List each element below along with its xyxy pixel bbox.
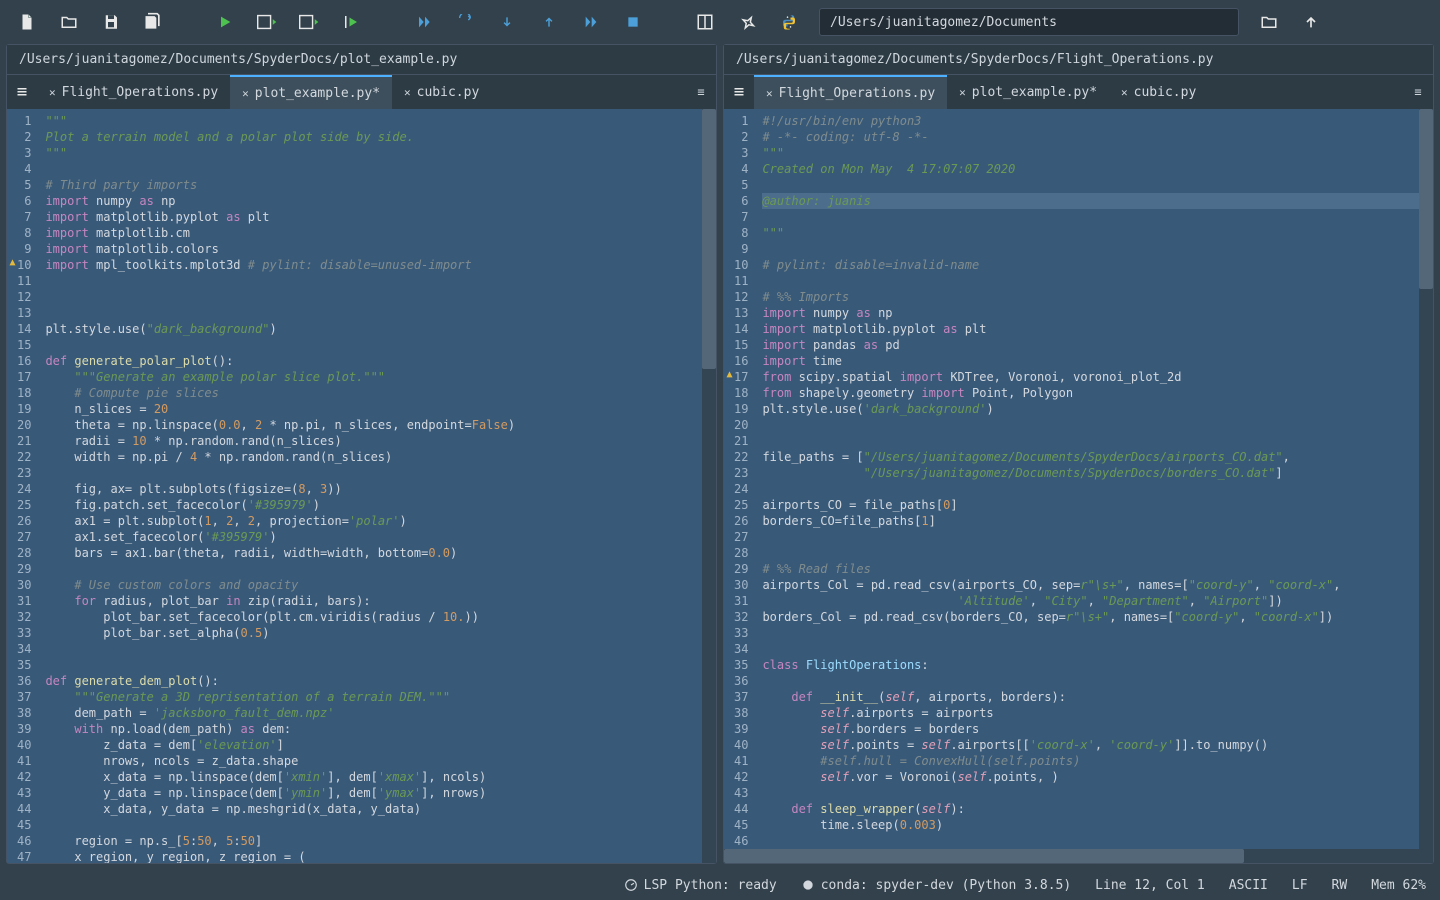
line-gutter: 1 2 3 4 5 6 7 8 9 10 11 12 13 14 15 16 1… (7, 109, 39, 863)
run-cell-advance-button[interactable] (297, 10, 321, 34)
left-editor[interactable]: ▲ 1 2 3 4 5 6 7 8 9 10 11 12 13 14 15 16… (7, 109, 716, 863)
close-icon[interactable]: ✕ (766, 87, 773, 100)
tab-label: cubic.py (1134, 85, 1197, 100)
tab-options-button[interactable]: ≡ (1403, 75, 1433, 109)
debug-step-button[interactable] (453, 10, 477, 34)
step-into-button[interactable] (495, 10, 519, 34)
code-area[interactable]: #!/usr/bin/env python3 # -*- coding: utf… (756, 109, 1433, 863)
close-icon[interactable]: ✕ (959, 86, 966, 99)
step-out-button[interactable] (537, 10, 561, 34)
tab-list-button[interactable] (7, 75, 37, 109)
new-file-button[interactable] (15, 10, 39, 34)
tab-label: plot_example.py* (972, 85, 1097, 100)
left-tab-2[interactable]: ✕ cubic.py (392, 75, 491, 109)
status-lsp[interactable]: LSP Python: ready (624, 878, 777, 893)
status-env-text: conda: spyder-dev (Python 3.8.5) (821, 878, 1071, 893)
left-file-path: /Users/juanitagomez/Documents/SpyderDocs… (7, 45, 716, 75)
main-toolbar: /Users/juanitagomez/Documents (0, 0, 1440, 44)
hscrollbar[interactable] (724, 849, 1419, 863)
tab-label: Flight_Operations.py (779, 86, 936, 101)
status-bar: LSP Python: ready conda: spyder-dev (Pyt… (0, 870, 1440, 900)
left-tab-0[interactable]: ✕ Flight_Operations.py (37, 75, 230, 109)
warning-icon: ▲ (724, 369, 735, 381)
preferences-button[interactable] (735, 10, 759, 34)
working-dir-input[interactable]: /Users/juanitagomez/Documents (819, 8, 1239, 36)
right-tab-bar: ✕Flight_Operations.py ✕plot_example.py* … (724, 75, 1433, 109)
run-button[interactable] (213, 10, 237, 34)
close-icon[interactable]: ✕ (49, 86, 56, 99)
status-encoding[interactable]: ASCII (1229, 878, 1268, 893)
right-tab-0[interactable]: ✕ Flight_Operations.py (754, 75, 947, 109)
browse-dir-button[interactable] (1257, 10, 1281, 34)
status-cursor-pos[interactable]: Line 12, Col 1 (1095, 878, 1205, 893)
save-all-button[interactable] (141, 10, 165, 34)
left-tab-bar: ✕Flight_Operations.py ✕plot_example.py* … (7, 75, 716, 109)
stop-button[interactable] (621, 10, 645, 34)
line-gutter: 1 2 3 4 5 6 7 8 9 10 11 12 13 14 15 16 1… (724, 109, 756, 863)
tab-list-button[interactable] (724, 75, 754, 109)
right-file-path: /Users/juanitagomez/Documents/SpyderDocs… (724, 45, 1433, 75)
left-tab-1[interactable]: ✕ plot_example.py* (230, 75, 392, 109)
right-tab-2[interactable]: ✕ cubic.py (1109, 75, 1208, 109)
tab-label: plot_example.py* (255, 86, 380, 101)
vscrollbar[interactable] (1419, 109, 1433, 863)
run-cell-button[interactable] (255, 10, 279, 34)
status-eol[interactable]: LF (1292, 878, 1308, 893)
close-icon[interactable]: ✕ (404, 86, 411, 99)
working-dir-text: /Users/juanitagomez/Documents (830, 15, 1057, 30)
save-button[interactable] (99, 10, 123, 34)
open-file-button[interactable] (57, 10, 81, 34)
continue-button[interactable] (579, 10, 603, 34)
close-icon[interactable]: ✕ (242, 87, 249, 100)
parent-dir-button[interactable] (1299, 10, 1323, 34)
right-tab-1[interactable]: ✕ plot_example.py* (947, 75, 1109, 109)
status-env[interactable]: conda: spyder-dev (Python 3.8.5) (801, 878, 1071, 893)
close-icon[interactable]: ✕ (1121, 86, 1128, 99)
vscrollbar[interactable] (702, 109, 716, 863)
left-editor-pane: /Users/juanitagomez/Documents/SpyderDocs… (6, 44, 717, 864)
code-area[interactable]: """ Plot a terrain model and a polar plo… (39, 109, 716, 863)
right-editor-pane: /Users/juanitagomez/Documents/SpyderDocs… (723, 44, 1434, 864)
layout-button[interactable] (693, 10, 717, 34)
tab-label: cubic.py (417, 85, 480, 100)
tab-options-button[interactable]: ≡ (686, 75, 716, 109)
status-lsp-text: LSP Python: ready (644, 878, 777, 893)
tab-label: Flight_Operations.py (62, 85, 219, 100)
warning-icon: ▲ (7, 257, 18, 269)
debug-button[interactable] (411, 10, 435, 34)
status-rw[interactable]: RW (1332, 878, 1348, 893)
python-path-button[interactable] (777, 10, 801, 34)
status-mem[interactable]: Mem 62% (1371, 878, 1426, 893)
run-selection-button[interactable] (339, 10, 363, 34)
right-editor[interactable]: ▲ 1 2 3 4 5 6 7 8 9 10 11 12 13 14 15 16… (724, 109, 1433, 863)
